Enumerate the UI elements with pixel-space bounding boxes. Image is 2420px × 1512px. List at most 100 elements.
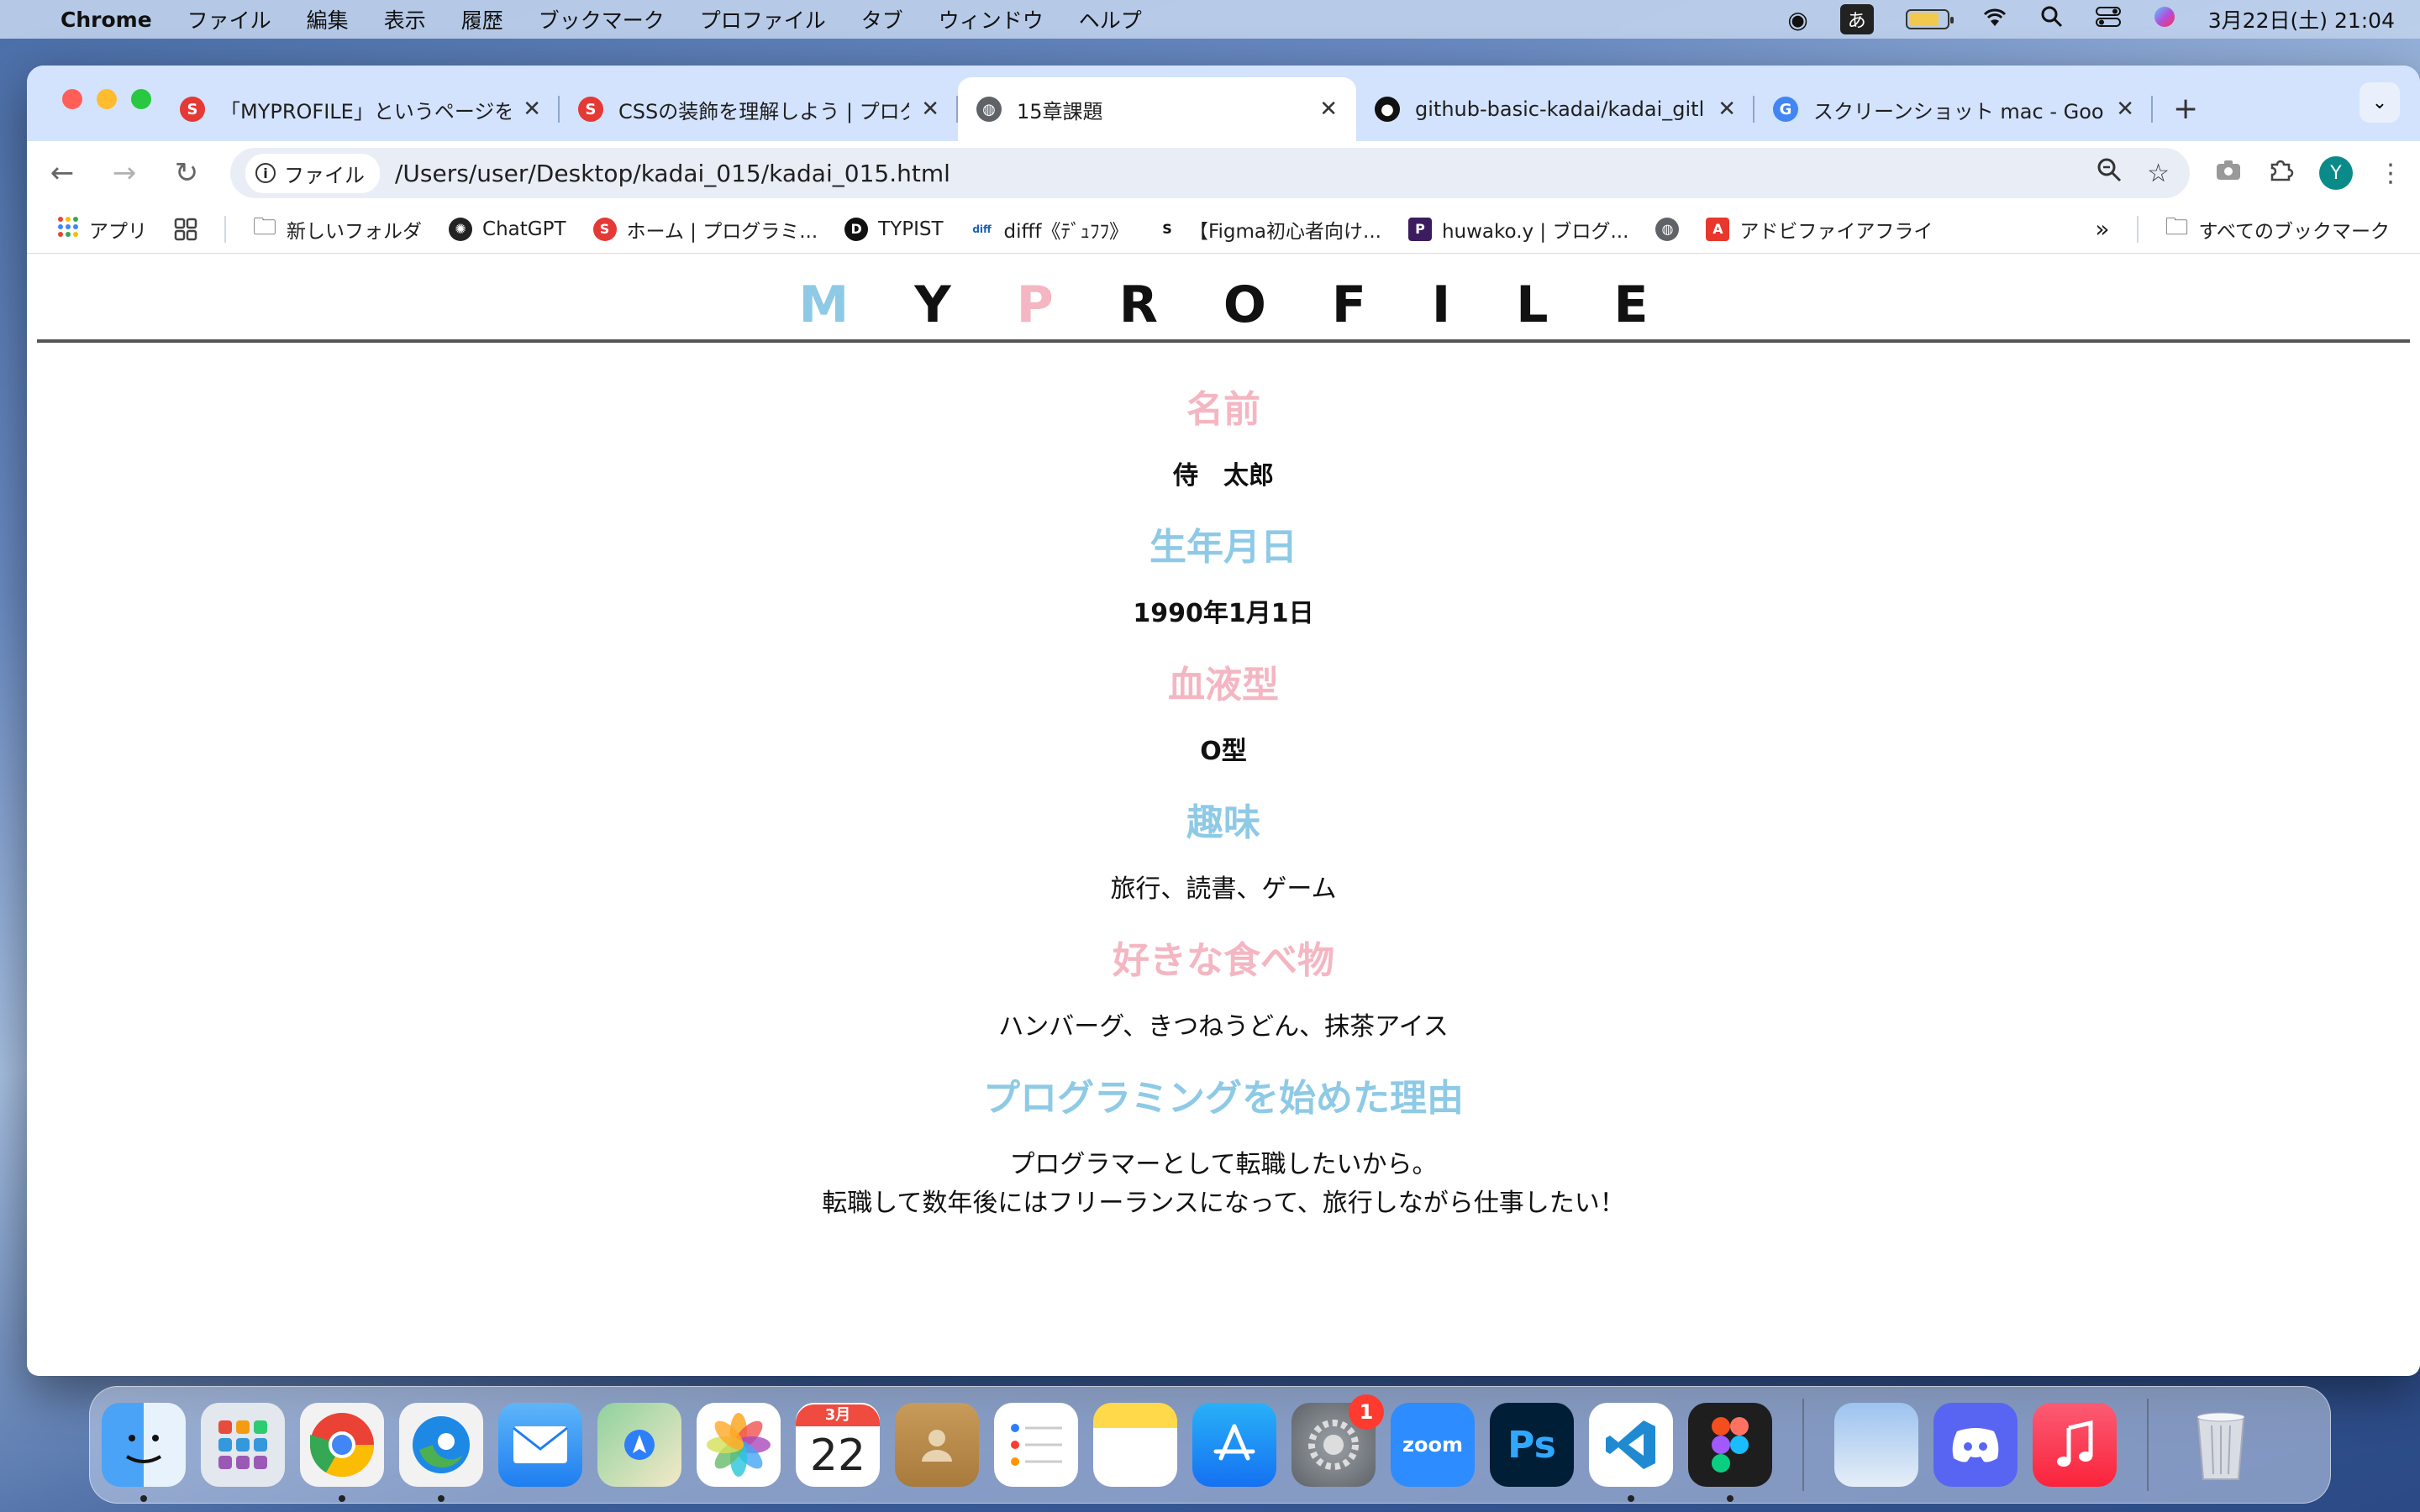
bookmark-label: 新しいフォルダ [287, 220, 423, 243]
screenshot-camera-icon[interactable] [2215, 158, 2242, 188]
page-logo: M Y P R O F I L E [799, 276, 1649, 334]
site-info-chip[interactable]: i ファイル [245, 153, 380, 193]
close-tab-icon[interactable]: ✕ [523, 97, 541, 122]
maps-icon[interactable] [597, 1403, 681, 1487]
logo-letter: F [1331, 276, 1366, 334]
reminders-icon[interactable] [994, 1403, 1078, 1487]
address-bar[interactable]: i ファイル /Users/user/Desktop/kadai_015/kad… [230, 148, 2190, 198]
finder-icon[interactable] [102, 1403, 186, 1502]
menu-file[interactable]: ファイル [187, 4, 271, 34]
system-settings-icon[interactable]: 1 [1292, 1394, 1384, 1487]
photoshop-icon[interactable]: Ps [1490, 1403, 1574, 1487]
calendar-icon[interactable]: 3月 22 [796, 1403, 880, 1487]
logo-letter: P [1016, 276, 1054, 334]
edge-icon[interactable] [399, 1403, 483, 1502]
more-bookmarks-chevron-icon[interactable]: » [2095, 215, 2109, 243]
folder-icon: 🗀 [253, 212, 277, 240]
tab-github[interactable]: ● github-basic-kadai/kadai_gitl ✕ [1356, 77, 1754, 141]
menu-app-name[interactable]: Chrome [60, 8, 152, 32]
tab-kadai-15[interactable]: ◍ 15章課題 ✕ [958, 77, 1356, 141]
bookmark-figma-guide[interactable]: S 【Figma初心者向け... [1155, 215, 1381, 244]
menu-window[interactable]: ウィンドウ [939, 4, 1044, 34]
zoom-icon[interactable]: zoom [1391, 1403, 1475, 1487]
more-menu-icon[interactable]: ⋮ [2378, 159, 2403, 188]
minimize-window-button[interactable] [97, 89, 117, 109]
screen-recording-icon[interactable]: ◉ [1787, 6, 1807, 34]
tab-search-chevron-icon[interactable]: ⌄ [2360, 82, 2400, 123]
close-window-button[interactable] [62, 89, 82, 109]
siri-icon[interactable] [2153, 5, 2176, 34]
bookmark-chatgpt[interactable]: ✺ ChatGPT [449, 217, 566, 241]
menu-bookmarks[interactable]: ブックマーク [539, 4, 665, 34]
preview-icon[interactable] [1834, 1403, 1918, 1487]
mail-icon[interactable] [498, 1403, 582, 1487]
notification-badge: 1 [1349, 1394, 1384, 1430]
close-tab-icon[interactable]: ✕ [2116, 97, 2134, 122]
menu-history[interactable]: 履歴 [461, 4, 503, 34]
close-tab-icon[interactable]: ✕ [1319, 97, 1338, 122]
notes-icon[interactable] [1093, 1403, 1177, 1487]
blog-icon: P [1407, 217, 1432, 241]
battery-icon[interactable] [1905, 9, 1954, 29]
url-text[interactable]: /Users/user/Desktop/kadai_015/kadai_015.… [395, 160, 2071, 187]
spotlight-search-icon[interactable] [2040, 5, 2064, 34]
bookmark-samurai-home[interactable]: S ホーム | プログラミ... [592, 215, 818, 244]
tab-css-article[interactable]: S CSSの装飾を理解しよう | プログ ✕ [560, 77, 958, 141]
chrome-icon[interactable] [300, 1403, 384, 1502]
input-method-icon[interactable]: あ [1839, 4, 1874, 34]
menubar-clock[interactable]: 3月22日(土) 21:04 [2208, 4, 2395, 34]
section-value-blood-type: O型 [1200, 737, 1247, 766]
trash-icon[interactable] [2179, 1403, 2263, 1487]
music-icon[interactable] [2033, 1403, 2117, 1487]
photos-icon[interactable] [697, 1403, 781, 1487]
bookmark-star-icon[interactable]: ☆ [2147, 159, 2170, 188]
bookmark-label: すべてのブックマーク [2198, 220, 2390, 243]
vscode-icon[interactable] [1589, 1403, 1673, 1502]
section-heading-name: 名前 [1186, 388, 1260, 431]
browser-toolbar: ← → ↻ i ファイル /Users/user/Desktop/kadai_0… [27, 141, 2420, 205]
forward-button[interactable]: → [106, 156, 143, 190]
launchpad-icon[interactable] [201, 1403, 285, 1487]
app-store-icon[interactable] [1192, 1403, 1276, 1487]
wifi-icon[interactable] [1981, 6, 2008, 34]
extensions-puzzle-icon[interactable] [2267, 156, 2294, 190]
bookmark-apps[interactable]: アプリ [57, 215, 147, 244]
bookmark-new-folder[interactable]: 🗀 新しいフォルダ [253, 209, 422, 249]
figma-icon[interactable] [1688, 1403, 1772, 1502]
bookmark-globe[interactable]: ◍ [1655, 217, 1680, 241]
samurai-favicon-icon: S [180, 97, 205, 122]
control-center-icon[interactable] [2095, 6, 2121, 34]
menu-help[interactable]: ヘルプ [1079, 4, 1142, 34]
reload-button[interactable]: ↻ [168, 156, 205, 190]
menu-edit[interactable]: 編集 [307, 4, 349, 34]
bookmark-typist[interactable]: D TYPIST [844, 217, 944, 241]
menu-view[interactable]: 表示 [384, 4, 426, 34]
zoom-icon[interactable] [2096, 157, 2122, 189]
back-button[interactable]: ← [44, 156, 81, 190]
close-tab-icon[interactable]: ✕ [921, 97, 939, 122]
contacts-icon[interactable] [895, 1403, 979, 1487]
bookmark-adobe-firefly[interactable]: A アドビファイアフライ [1706, 215, 1933, 244]
logo-letter: Y [914, 276, 951, 334]
samurai-favicon-icon: S [578, 97, 603, 122]
zoom-window-button[interactable] [131, 89, 151, 109]
tab-groups-icon[interactable] [174, 218, 197, 241]
dock: 3月 22 1 zoom Ps [89, 1386, 2331, 1504]
tab-google-search[interactable]: G スクリーンショット mac - Goog ✕ [1754, 77, 2153, 141]
bookmark-huwako-blog[interactable]: P huwako.y | ブログ... [1407, 215, 1628, 244]
bookmark-all-bookmarks[interactable]: 🗀 すべてのブックマーク [2165, 209, 2391, 249]
tab-myprofile-article[interactable]: S 「MYPROFILE」というページを ✕ [161, 77, 560, 141]
bookmark-difff[interactable]: diff difff《ﾃﾞｭﾌﾌ》 [970, 215, 1128, 244]
figma-guide-icon: S [1155, 217, 1179, 241]
menu-tab[interactable]: タブ [861, 4, 903, 34]
profile-avatar[interactable]: Y [2319, 156, 2353, 190]
close-tab-icon[interactable]: ✕ [1718, 97, 1736, 122]
section-value-name: 侍 太郎 [1173, 461, 1274, 491]
bookmark-label: difff《ﾃﾞｭﾌﾌ》 [1003, 220, 1128, 243]
discord-icon[interactable] [1933, 1403, 2018, 1487]
menu-profiles[interactable]: プロファイル [700, 4, 826, 34]
calendar-month: 3月 [796, 1404, 880, 1426]
bookmarks-divider [224, 215, 226, 243]
globe-favicon-icon: ◍ [976, 97, 1002, 122]
new-tab-button[interactable]: + [2173, 92, 2198, 126]
